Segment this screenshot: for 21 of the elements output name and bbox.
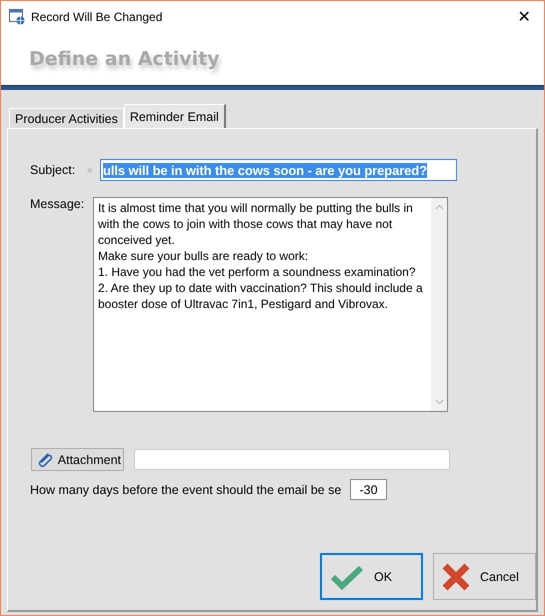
ok-button[interactable]: OK xyxy=(320,553,423,600)
dialog-heading: Define an Activity xyxy=(29,48,220,70)
message-label: Message: xyxy=(30,197,86,213)
cross-icon xyxy=(442,562,470,590)
close-button[interactable]: ✕ xyxy=(504,2,544,32)
scroll-up-icon[interactable] xyxy=(434,204,444,210)
window-title: Record Will Be Changed xyxy=(31,10,162,24)
cancel-button[interactable]: Cancel xyxy=(433,553,536,600)
checkmark-icon xyxy=(330,564,364,590)
tab[interactable]: Producer Activities xyxy=(9,108,124,128)
subject-label: Subject: xyxy=(30,163,76,177)
days-field[interactable]: -30 xyxy=(350,479,387,500)
attachment-button[interactable]: Attachment xyxy=(31,448,124,471)
scroll-down-icon[interactable] xyxy=(434,399,444,405)
attachment-field[interactable] xyxy=(134,449,450,470)
days-label: How many days before the event should the email be se xyxy=(30,482,342,496)
window-icon xyxy=(9,8,25,24)
tab[interactable]: Reminder Email xyxy=(124,104,226,128)
message-field[interactable]: It is almost time that you will normally be putting the bulls in with the cows to join with those cows that may have not conceived yet. Make sure your bulls are ready to work: 1. Have you had the vet perform a soundness examination? 2. Are they up to date with vaccination? This should include a booster dose of Ultravac 7in1, Pestigard and Vibrovax. xyxy=(93,197,448,412)
scrollbar[interactable] xyxy=(431,198,447,411)
marker-glyph: » xyxy=(87,164,94,176)
